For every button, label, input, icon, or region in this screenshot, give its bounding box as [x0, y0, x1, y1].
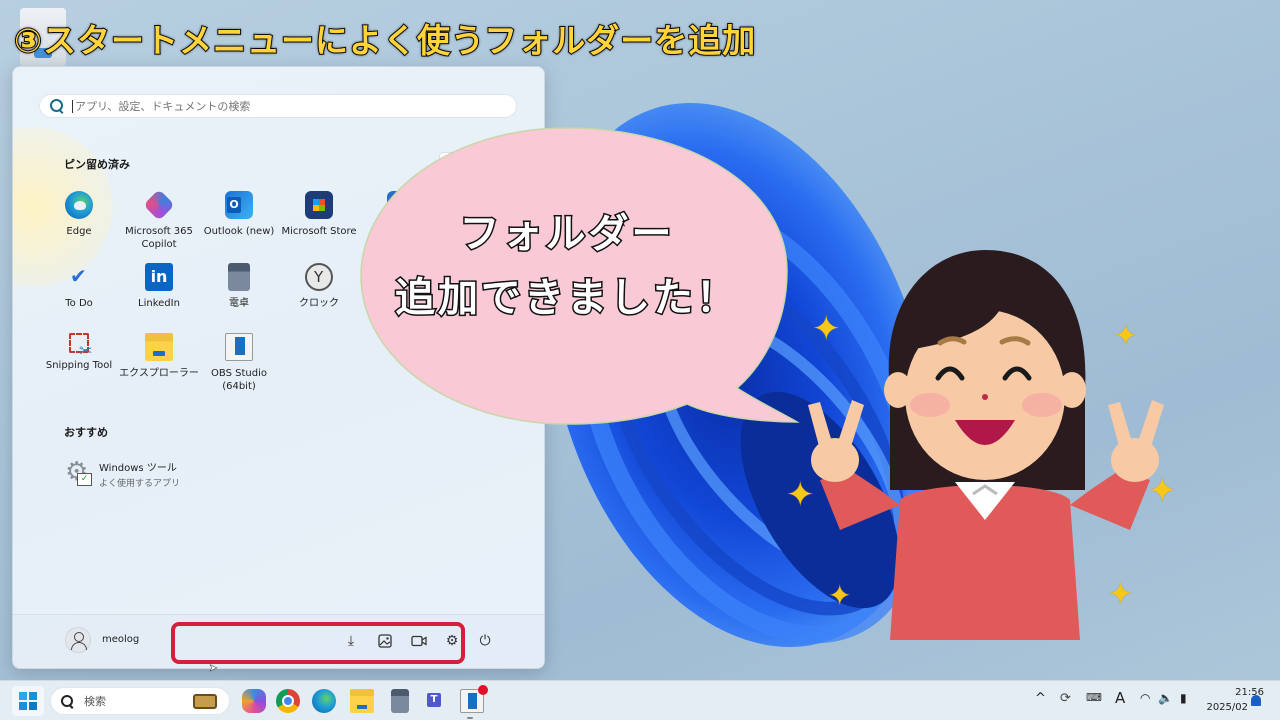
- speech-bubble: フォルダー 追加できました！: [357, 126, 801, 426]
- video-title: ③スタートメニューによく使うフォルダーを追加: [13, 20, 757, 61]
- edge-icon: [65, 191, 93, 219]
- pinned-app-explorer[interactable]: エクスプローラー: [117, 333, 201, 380]
- recommended-section-title: おすすめ: [64, 426, 108, 439]
- obs-icon: [225, 333, 253, 361]
- sparkle-star: ✦: [1148, 471, 1177, 511]
- app-label: To Do: [65, 298, 93, 309]
- mouse-cursor: ➤: [209, 663, 218, 675]
- sparkle-star: ✦: [1114, 319, 1138, 352]
- sparkle-star: ✦: [812, 309, 841, 349]
- keyboard-icon[interactable]: ⌨: [1086, 691, 1102, 704]
- windows-tools-icon: [65, 457, 92, 487]
- app-label: LinkedIn: [138, 298, 180, 309]
- tray-overflow-chevron[interactable]: ^: [1035, 691, 1046, 706]
- power-icon[interactable]: ⏻: [475, 631, 495, 651]
- pinned-app-clock[interactable]: クロック: [277, 263, 361, 310]
- pinned-app-m365-copilot[interactable]: Microsoft 365 Copilot: [117, 189, 201, 251]
- snipping-tool-icon: [69, 333, 92, 360]
- search-icon: [50, 99, 64, 113]
- pinned-app-snipping-tool[interactable]: Snipping Tool: [37, 333, 121, 372]
- taskbar-search[interactable]: 検索: [50, 687, 230, 715]
- app-label: Edge: [66, 226, 92, 237]
- file-explorer-icon: [145, 333, 173, 361]
- app-label: Snipping Tool: [45, 360, 113, 371]
- recommended-item[interactable]: Windows ツール よく使用するアプリ: [65, 457, 181, 489]
- recommended-item-name: Windows ツール: [99, 463, 177, 474]
- app-label: 電卓: [229, 298, 249, 309]
- search-icon: [61, 694, 74, 708]
- wifi-icon[interactable]: ◠: [1140, 691, 1150, 705]
- calculator-icon: [228, 263, 250, 291]
- taskbar-chrome-icon[interactable]: [276, 689, 300, 713]
- outlook-icon: [225, 191, 253, 219]
- taskbar: 検索 ^ ⟳ ⌨ A ◠ 🔈 ▮ 21:56 2025/02: [0, 680, 1280, 720]
- pinned-app-todo[interactable]: To Do: [37, 263, 121, 310]
- start-button[interactable]: [12, 686, 44, 716]
- recommended-item-subtitle: よく使用するアプリ: [99, 479, 181, 489]
- app-label: Outlook (new): [203, 226, 275, 237]
- app-label: OBS Studio (64bit): [211, 368, 267, 392]
- pinned-app-calculator[interactable]: 電卓: [197, 263, 281, 310]
- store-icon: [305, 191, 333, 219]
- clock-date[interactable]: 2025/02: [1206, 702, 1248, 713]
- battery-icon[interactable]: ▮: [1180, 691, 1187, 705]
- taskbar-copilot-icon[interactable]: [242, 689, 266, 713]
- user-name[interactable]: meolog: [102, 634, 139, 645]
- highlight-box: [171, 622, 465, 664]
- ime-indicator[interactable]: A: [1115, 689, 1125, 707]
- taskbar-search-placeholder: 検索: [84, 695, 106, 708]
- app-label: Microsoft 365 Copilot: [125, 226, 193, 250]
- start-search-input[interactable]: [72, 99, 492, 113]
- search-highlight-icon: [193, 694, 217, 709]
- sync-icon[interactable]: ⟳: [1060, 691, 1071, 706]
- m365-copilot-icon: [143, 189, 175, 221]
- pinned-app-outlook[interactable]: Outlook (new): [197, 191, 281, 238]
- taskbar-obs-icon[interactable]: [460, 685, 488, 713]
- pinned-app-obs[interactable]: OBS Studio (64bit): [197, 333, 281, 393]
- pinned-app-linkedin[interactable]: in LinkedIn: [117, 263, 201, 310]
- linkedin-icon: in: [145, 263, 173, 291]
- pinned-app-edge[interactable]: Edge: [37, 191, 121, 238]
- clock-icon: [305, 263, 333, 291]
- sparkle-star: ✦: [786, 475, 815, 515]
- todo-icon: [65, 263, 93, 291]
- app-label: エクスプローラー: [119, 368, 199, 379]
- taskbar-teams-icon[interactable]: [424, 689, 448, 713]
- taskbar-file-explorer-icon[interactable]: [350, 689, 374, 713]
- taskbar-calculator-icon[interactable]: [391, 689, 409, 713]
- volume-icon[interactable]: 🔈: [1158, 691, 1173, 705]
- app-label: クロック: [299, 298, 339, 309]
- speech-bubble-text: フォルダー 追加できました！: [394, 210, 739, 323]
- start-search-box[interactable]: [39, 94, 517, 118]
- sparkle-star: ✦: [1108, 577, 1134, 612]
- sparkle-star: ✦: [828, 579, 852, 612]
- running-indicator: [467, 717, 473, 719]
- app-label: Microsoft Store: [281, 226, 357, 237]
- pinned-section-title: ピン留め済み: [64, 158, 130, 171]
- pinned-app-store[interactable]: Microsoft Store: [277, 191, 361, 238]
- notification-bell-icon[interactable]: [1251, 695, 1261, 706]
- taskbar-edge-icon[interactable]: [312, 689, 336, 713]
- user-avatar[interactable]: [65, 627, 91, 653]
- notification-badge: [478, 685, 488, 695]
